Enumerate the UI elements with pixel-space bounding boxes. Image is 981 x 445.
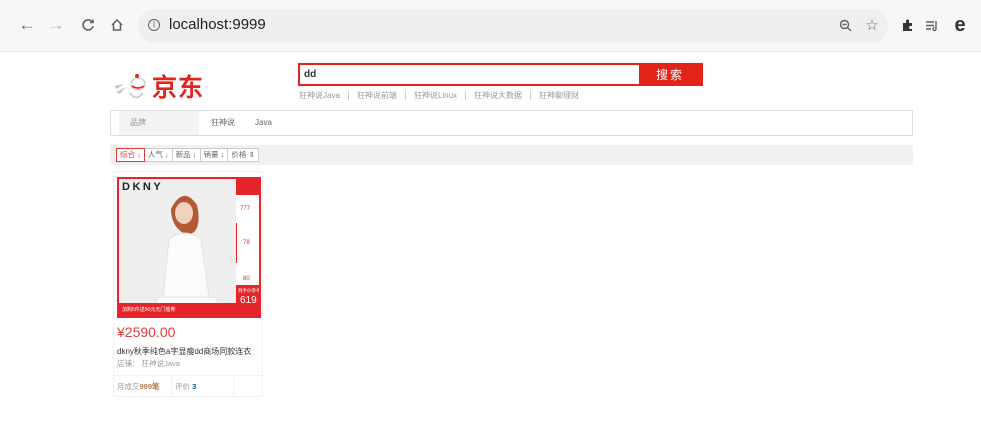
- product-title-link[interactable]: dkny秋季纯色a字显瘦dd商场同款连衣: [117, 346, 251, 357]
- hot-word-link[interactable]: 狂神说Linux: [404, 91, 465, 100]
- brand-filter: 品牌 狂神说 Java: [110, 110, 913, 136]
- sort-label: 综合: [120, 150, 135, 159]
- filter-value-link[interactable]: Java: [255, 111, 272, 135]
- arrow-down-icon: ↓: [164, 150, 169, 159]
- search-input[interactable]: [300, 65, 639, 84]
- forward-icon[interactable]: →: [45, 14, 67, 36]
- jd-dog-icon: [112, 73, 150, 103]
- search-box: 搜索: [298, 63, 703, 86]
- sort-label: 价格: [231, 150, 247, 159]
- page-content: 京东 搜索 狂神说Java 狂神说前端 狂神说Linux 狂神说大数据 狂神聊理…: [0, 53, 981, 445]
- sort-popularity[interactable]: 人气 ↓: [143, 148, 173, 162]
- reviews-value: 3: [192, 382, 197, 391]
- reload-icon[interactable]: [77, 14, 99, 36]
- promo-text: 加购5件送50元无门槛券: [122, 307, 176, 313]
- sort-new[interactable]: 新品 ↓: [171, 148, 201, 162]
- arrow-down-icon: ↓: [137, 150, 141, 159]
- review-count[interactable]: 评价 3: [172, 376, 234, 397]
- product-image[interactable]: DKNY 加购5件送50元无门槛券 到手价参考 619 777 78 80: [117, 177, 261, 318]
- sort-updown-icon: ⇕: [248, 150, 255, 159]
- home-icon[interactable]: [106, 14, 128, 36]
- sales-count: 月成交999笔: [114, 376, 172, 397]
- url-text[interactable]: localhost:9999: [169, 16, 266, 33]
- sort-price[interactable]: 价格 ⇕: [227, 148, 259, 162]
- arrow-down-icon: ↓: [220, 150, 225, 159]
- extensions-icon[interactable]: [898, 15, 918, 35]
- stats-spacer: [234, 376, 262, 397]
- product-price: ¥2590.00: [117, 324, 176, 340]
- sort-comprehensive[interactable]: 综合 ↓: [116, 148, 145, 162]
- product-stats: 月成交999笔 评价 3: [114, 375, 262, 397]
- hot-word-link[interactable]: 狂神说Java: [299, 91, 348, 100]
- hot-words: 狂神说Java 狂神说前端 狂神说Linux 狂神说大数据 狂神聊理财: [299, 91, 587, 100]
- hot-word-link[interactable]: 狂神说前端: [347, 91, 405, 100]
- side-price: 80: [243, 276, 250, 282]
- hot-word-link[interactable]: 狂神说大数据: [465, 91, 530, 100]
- browser-toolbar: ← → i localhost:9999 ☆ e: [0, 0, 981, 52]
- logo-text: 京东: [152, 73, 205, 102]
- product-card[interactable]: DKNY 加购5件送50元无门槛券 到手价参考 619 777 78 80 ¥2…: [113, 171, 263, 397]
- arrow-down-icon: ↓: [192, 150, 197, 159]
- filter-values: 狂神说 Java: [211, 111, 292, 135]
- sales-value: 999笔: [139, 382, 160, 391]
- product-shop[interactable]: 店铺： 狂神说Java: [117, 358, 180, 369]
- jd-logo[interactable]: 京东: [112, 67, 204, 103]
- sort-label: 人气: [147, 150, 163, 159]
- sort-label: 新品: [175, 150, 191, 159]
- hot-word-link[interactable]: 狂神聊理财: [530, 91, 587, 100]
- sort-label: 销量: [203, 150, 219, 159]
- sales-label: 月成交: [117, 382, 140, 391]
- filter-label: 品牌: [119, 111, 199, 135]
- edge-icon[interactable]: e: [950, 14, 970, 36]
- side-price: 78: [243, 240, 250, 246]
- back-icon[interactable]: ←: [16, 14, 38, 36]
- reading-list-icon[interactable]: [922, 15, 942, 35]
- side-price: 777: [240, 206, 251, 212]
- reviews-label: 评价: [175, 382, 190, 391]
- brand-label: DKNY: [122, 181, 164, 193]
- info-icon[interactable]: i: [148, 19, 160, 31]
- sort-bar: 综合 ↓ 人气 ↓ 新品 ↓ 销量 ↓ 价格 ⇕: [110, 145, 913, 165]
- filter-value-link[interactable]: 狂神说: [211, 111, 235, 135]
- zoom-icon[interactable]: [835, 15, 855, 35]
- star-icon[interactable]: ☆: [862, 15, 882, 35]
- sort-sales[interactable]: 销量 ↓: [199, 148, 229, 162]
- promo-price: 619: [240, 295, 257, 306]
- search-button[interactable]: 搜索: [639, 65, 701, 84]
- promo-label: 到手价参考: [238, 288, 261, 293]
